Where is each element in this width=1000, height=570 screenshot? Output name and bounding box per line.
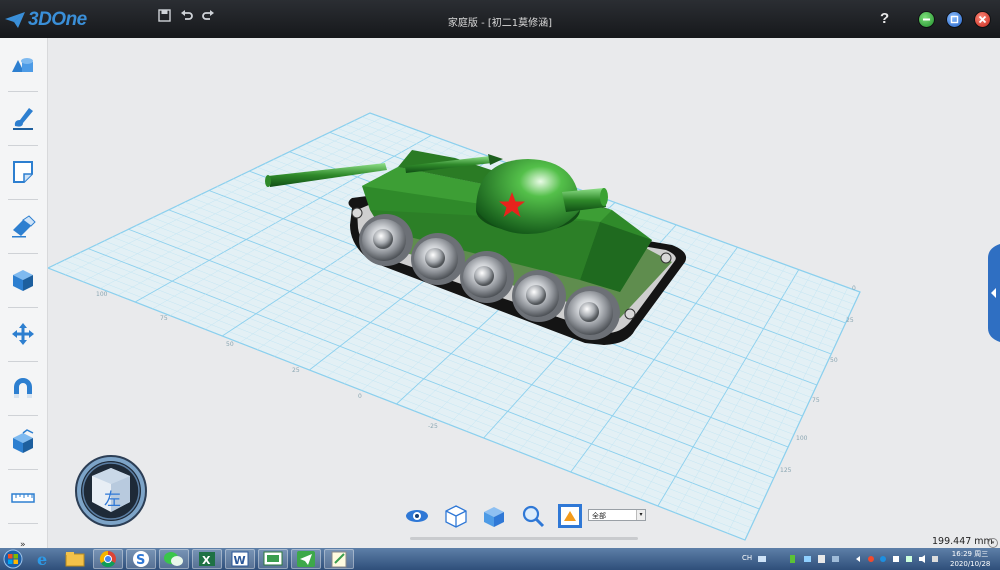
svg-text:S: S (136, 553, 145, 568)
svg-text:100: 100 (96, 291, 108, 298)
svg-text:75: 75 (812, 397, 820, 404)
input-language[interactable]: CH (742, 554, 752, 562)
window-title: 家庭版 - [初二1莫修涵] (447, 18, 553, 29)
svg-text:100: 100 (796, 435, 808, 442)
navcube-face-label: 左 (104, 490, 121, 510)
svg-text:X: X (202, 554, 211, 567)
render-button[interactable] (557, 503, 583, 529)
svg-text:50: 50 (830, 357, 838, 364)
road-wheel (460, 251, 514, 303)
svg-text:25: 25 (292, 367, 300, 374)
svg-text:0: 0 (852, 285, 856, 292)
minimize-button[interactable] (919, 12, 934, 27)
svg-text:W: W (234, 554, 246, 567)
road-wheel (411, 233, 465, 285)
title-bar: 3DOne 家庭版 - [初二1莫修涵] ? (0, 0, 1000, 38)
excel-icon[interactable]: X (192, 549, 222, 569)
road-wheel (359, 214, 413, 266)
right-panel-toggle[interactable] (987, 244, 1000, 342)
chrome-icon[interactable] (93, 549, 123, 569)
special-feature-tool[interactable] (9, 212, 37, 240)
shaded-view-button[interactable] (481, 503, 507, 529)
start-button[interactable] (2, 549, 24, 569)
svg-text:125: 125 (780, 467, 792, 474)
road-wheel (564, 286, 620, 340)
3done-icon[interactable] (291, 549, 321, 569)
navigation-view-cube[interactable]: 左 (74, 454, 148, 528)
system-tray-icons[interactable] (756, 554, 946, 564)
svg-text:50: 50 (226, 341, 234, 348)
road-wheel (512, 270, 566, 322)
viewport-scrollbar[interactable] (410, 537, 638, 540)
presentation-icon[interactable] (258, 549, 288, 569)
wechat-icon[interactable] (159, 549, 189, 569)
combine-tool[interactable] (9, 374, 37, 402)
word-icon[interactable]: W (225, 549, 255, 569)
3d-viewport[interactable]: 100 75 50 25 0 -25 0 25 50 75 100 125 (48, 38, 1000, 548)
selection-filter-value: 全部 (592, 512, 606, 520)
svg-text:0: 0 (358, 393, 362, 400)
svg-text:e: e (37, 550, 47, 569)
ie-icon[interactable]: e (28, 549, 58, 569)
display-toggle-button[interactable] (404, 503, 430, 529)
measurement-readout: 199.447 mm (932, 536, 993, 547)
sketch-draw-tool[interactable] (9, 104, 37, 132)
maximize-button[interactable] (947, 12, 962, 27)
clock-time: 16:29 周三 (951, 550, 989, 558)
unit-dropdown-icon[interactable]: ▾ (988, 538, 998, 548)
basic-shape-tool[interactable] (9, 50, 37, 78)
chevron-down-icon: ▾ (636, 510, 645, 520)
sketch-edit-tool[interactable] (9, 158, 37, 186)
close-button[interactable] (975, 12, 990, 27)
zoom-fit-button[interactable] (520, 503, 546, 529)
svg-text:75: 75 (160, 315, 168, 322)
left-toolbar (0, 38, 48, 548)
svg-text:25: 25 (846, 317, 854, 324)
taskbar-clock[interactable]: 16:29 周三 2020/10/28 (950, 549, 990, 569)
help-button[interactable]: ? (880, 10, 889, 27)
pattern-tool[interactable] (9, 428, 37, 456)
solid-edit-tool[interactable] (9, 266, 37, 294)
windows-taskbar: e S X W CH 16:29 周三 2020/10/28 (0, 548, 1000, 570)
selection-filter-dropdown[interactable]: 全部 ▾ (588, 509, 646, 521)
folder-icon[interactable] (60, 549, 90, 569)
clock-date: 2020/10/28 (950, 560, 991, 568)
move-tool[interactable] (9, 320, 37, 348)
notepad-icon[interactable] (324, 549, 354, 569)
wireframe-view-button[interactable] (443, 503, 469, 529)
svg-text:-25: -25 (428, 423, 438, 430)
distance-measure-tool[interactable] (9, 484, 37, 512)
sogou-icon[interactable]: S (126, 549, 156, 569)
